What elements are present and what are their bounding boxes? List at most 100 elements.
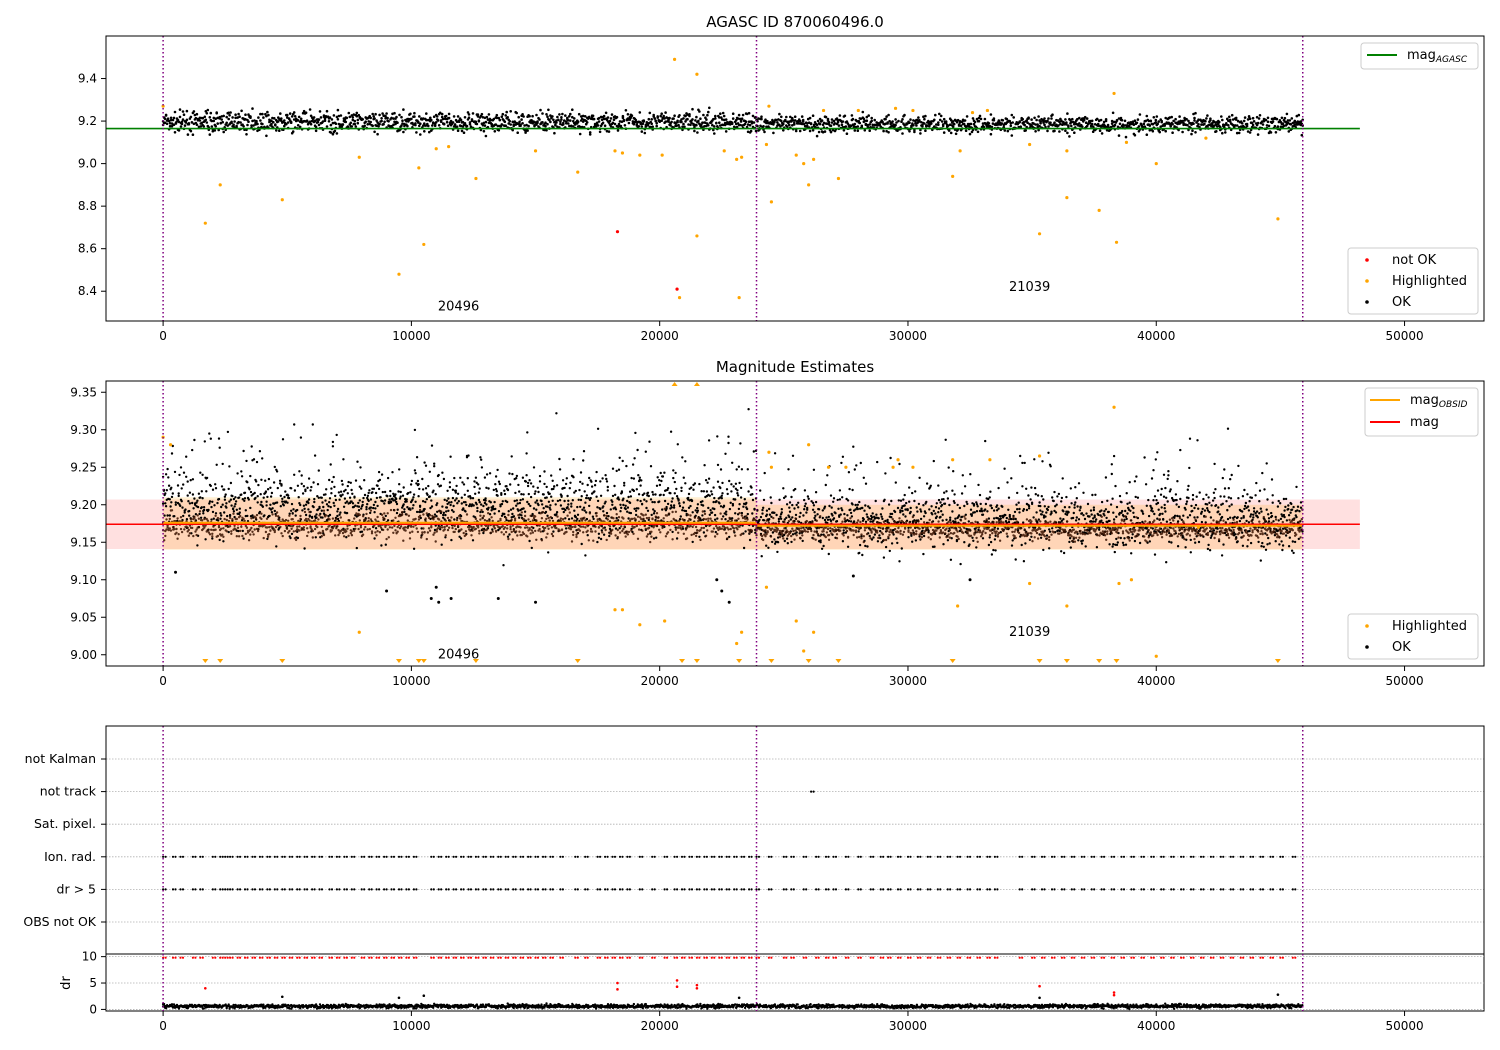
y-tick-label: 8.8: [78, 199, 97, 213]
obsid-label: 21039: [1009, 280, 1050, 295]
highlighted-point: [722, 149, 726, 153]
dr-ok-outlier: [737, 996, 741, 1000]
dr-not-ok-point: [616, 988, 619, 991]
below-range-marker: [1096, 659, 1103, 663]
below-range-marker: [1036, 659, 1043, 663]
dr-not-ok-point: [616, 981, 619, 985]
panel-flags-frame: [105, 725, 1485, 1012]
panel-magnitude-legend-bottom: Highlighted OK: [1347, 613, 1479, 660]
panel-magnitude-estimates: Magnitude Estimates 0 10000 20000 30000 4000…: [70, 358, 1485, 688]
ok-outlier: [429, 597, 433, 600]
x-tick-label: 40000: [1137, 674, 1175, 688]
highlighted-point: [576, 170, 580, 174]
panel-agasc: AGASC ID 870060496.0 0 10000 20000 30000 400…: [78, 13, 1485, 343]
highlighted-point: [764, 585, 769, 589]
highlighted-point: [794, 153, 798, 157]
highlighted-point: [735, 157, 739, 161]
highlighted-point: [1196, 525, 1201, 529]
highlighted-point: [844, 465, 848, 469]
flag-category-label: not track: [40, 784, 97, 799]
ok-outlier: [496, 597, 500, 600]
highlighted-point: [826, 465, 831, 469]
below-range-marker: [805, 659, 812, 663]
highlighted-point: [802, 162, 806, 166]
below-range-marker: [736, 659, 743, 663]
ok-outlier: [437, 600, 441, 604]
below-range-marker: [949, 659, 956, 663]
highlighted-point: [856, 108, 860, 113]
panel-magnitude-legend-top: magOBSID mag: [1364, 387, 1479, 437]
x-tick-label: 10000: [392, 329, 430, 343]
highlighted-point: [620, 608, 625, 612]
highlighted-point: [836, 176, 841, 181]
dr-not-ok-point: [204, 987, 207, 990]
dr-not-ok-point: [1112, 993, 1116, 997]
highlighted-point: [985, 108, 990, 113]
panel-magnitude-plot: [106, 381, 1360, 666]
flag-category-label: Ion. rad.: [44, 849, 96, 864]
highlighted-point: [1154, 654, 1158, 658]
panel-agasc-frame: [105, 35, 1485, 322]
x-tick-label: 0: [159, 1019, 167, 1033]
x-tick-label: 0: [159, 329, 167, 343]
x-tick-label: 10000: [392, 674, 430, 688]
dr-ok-outlier: [422, 994, 426, 997]
highlighted-point: [802, 649, 806, 653]
below-range-marker: [693, 659, 700, 663]
not-ok-point: [615, 230, 620, 234]
below-range-marker: [415, 659, 422, 663]
below-range-marker: [279, 659, 286, 663]
x-tick-label: 10000: [392, 1019, 430, 1033]
highlighted-point: [1114, 240, 1119, 244]
ok-outlier: [727, 600, 731, 604]
x-tick-label: 50000: [1385, 329, 1423, 343]
ok-outlier: [968, 578, 972, 582]
y-tick-label: 9.30: [70, 423, 97, 437]
highlighted-point: [769, 465, 774, 469]
below-range-marker: [835, 659, 842, 663]
highlighted-point: [893, 106, 898, 110]
highlighted-point: [1028, 142, 1032, 147]
highlighted-point: [660, 153, 664, 157]
highlighted-point: [695, 72, 699, 76]
y-tick-label: 9.0: [78, 157, 97, 171]
below-range-marker: [1113, 659, 1120, 663]
x-tick-label: 30000: [889, 329, 927, 343]
highlighted-point: [613, 608, 617, 612]
highlighted-point: [821, 108, 826, 113]
y-tick-label: 8.6: [78, 242, 97, 256]
highlighted-point: [218, 183, 222, 187]
dr-not-ok-point: [695, 983, 699, 987]
highlighted-point: [1112, 91, 1116, 96]
flag-category-label: dr > 5: [57, 881, 96, 896]
panel-magnitude-obsid-labels: 20496 21039: [438, 625, 1050, 663]
highlighted-point: [737, 296, 741, 300]
not-ok-point: [675, 287, 679, 291]
highlighted-point: [988, 458, 992, 462]
highlighted-point: [1037, 454, 1042, 458]
highlighted-point: [970, 110, 975, 115]
highlighted-point: [891, 465, 895, 469]
legend-highlighted: Highlighted: [1392, 274, 1467, 289]
highlighted-point: [740, 630, 744, 634]
dr-ok-outlier: [1276, 993, 1280, 996]
highlighted-point: [767, 104, 771, 108]
highlighted-point: [807, 443, 811, 447]
highlighted-point: [769, 200, 774, 204]
obsid-label: 21039: [1009, 625, 1050, 640]
highlighted-point: [951, 458, 955, 462]
dr-ok-points: [161, 1002, 1304, 1011]
below-range-marker: [768, 659, 775, 663]
highlighted-point: [638, 153, 642, 157]
dr-not-ok-point: [675, 979, 679, 982]
highlighted-point: [1117, 581, 1121, 586]
legend-not-ok: not OK: [1392, 253, 1437, 268]
highlighted-point: [1129, 578, 1134, 582]
legend-mag: mag: [1410, 415, 1439, 430]
x-tick-label: 20000: [641, 329, 679, 343]
flag-category-label: Sat. pixel.: [34, 816, 96, 831]
below-range-marker: [217, 659, 224, 663]
y-tick-label: 5: [89, 976, 97, 990]
highlighted-point: [1037, 232, 1042, 236]
obsid-label: 20496: [438, 299, 479, 314]
